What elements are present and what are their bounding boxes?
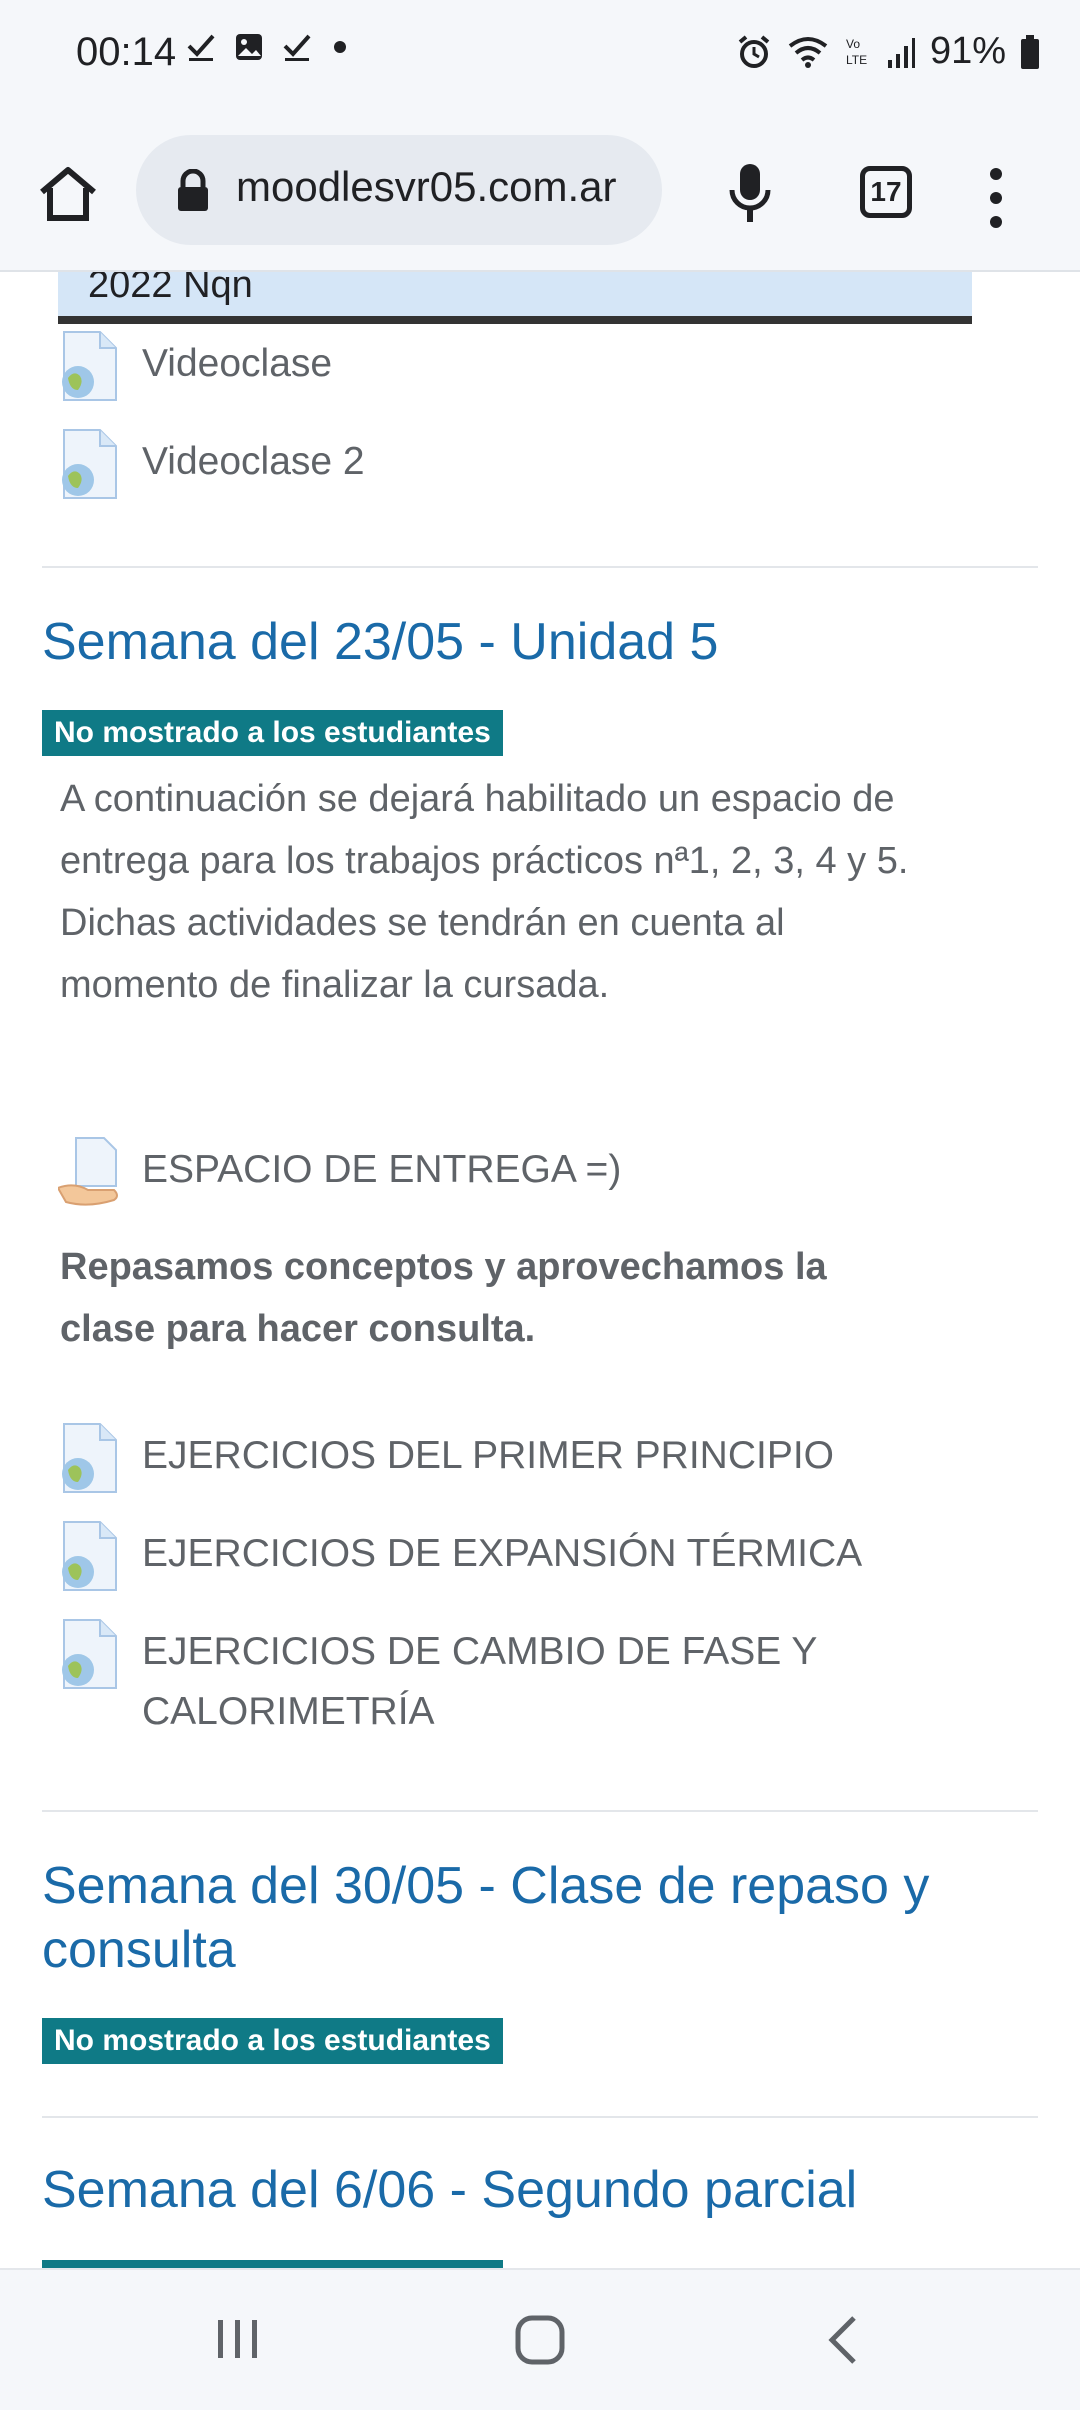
activity-label: EJERCICIOS DE CAMBIO DE FASE Y CALORIMET… (142, 1630, 817, 1733)
notification-icons (186, 32, 350, 62)
section-title-semana-23-05[interactable]: Semana del 23/05 - Unidad 5 (42, 610, 718, 674)
assignment-icon (58, 1137, 118, 1206)
activity-videoclase[interactable]: Videoclase (58, 330, 332, 402)
back-icon[interactable] (826, 2314, 860, 2366)
url-resource-icon (62, 331, 117, 401)
url-resource-icon (62, 1423, 117, 1493)
activity-espacio-de-entrega[interactable]: ESPACIO DE ENTREGA =) (58, 1136, 621, 1208)
banner-divider (58, 316, 972, 324)
address-bar[interactable]: moodlesvr05.com.ar (136, 135, 662, 245)
alarm-icon (738, 34, 770, 68)
hidden-badge: No mostrado a los estudiantes (42, 2260, 503, 2268)
section-summary: A continuación se dejará habilitado un e… (60, 778, 909, 1006)
hidden-badge: No mostrado a los estudiantes (42, 710, 503, 756)
more-menu-icon[interactable] (990, 168, 1004, 240)
gallery-icon (236, 34, 262, 60)
section-divider (42, 2116, 1038, 2118)
status-bar: 00:14 Vo LTE 91% (0, 0, 1080, 110)
activity-label: ESPACIO DE ENTREGA =) (142, 1148, 622, 1191)
status-time: 00:14 (76, 30, 177, 74)
home-nav-icon[interactable] (514, 2314, 566, 2366)
activity-videoclase-2[interactable]: Videoclase 2 (58, 428, 365, 500)
check-icon (187, 34, 215, 61)
microphone-icon[interactable] (728, 162, 772, 226)
browser-toolbar: moodlesvr05.com.ar 17 (0, 110, 1080, 272)
banner-text: 2022 Nqn (88, 272, 253, 306)
system-icons: Vo LTE 91% (736, 30, 1040, 73)
battery-icon (1021, 34, 1039, 69)
wifi-icon (788, 36, 828, 68)
activity-ejercicios-primer-principio[interactable]: EJERCICIOS DEL PRIMER PRINCIPIO (58, 1422, 834, 1494)
url-text: moodlesvr05.com.ar (236, 163, 617, 210)
course-content: 2022 Nqn Videoclase Videoclase 2 Semana … (0, 272, 1080, 2268)
battery-percent: 91% (929, 30, 1006, 72)
hidden-badge: No mostrado a los estudiantes (42, 2018, 503, 2064)
activity-label: EJERCICIOS DEL PRIMER PRINCIPIO (142, 1434, 835, 1477)
tab-switcher-button[interactable]: 17 (860, 166, 912, 218)
svg-text:Vo: Vo (846, 37, 860, 51)
activity-ejercicios-cambio-de-fase[interactable]: EJERCICIOS DE CAMBIO DE FASE Y CALORIMET… (58, 1618, 882, 1742)
home-icon[interactable] (36, 162, 100, 226)
section-title-semana-30-05[interactable]: Semana del 30/05 - Clase de repaso y con… (42, 1854, 1002, 1982)
volte-icon: Vo LTE (846, 37, 867, 67)
lock-icon (178, 169, 208, 211)
url-resource-icon (62, 1521, 117, 1591)
url-resource-icon (62, 1619, 117, 1689)
section-title-semana-6-06[interactable]: Semana del 6/06 - Segundo parcial (42, 2158, 857, 2222)
section-divider (42, 1810, 1038, 1812)
activity-ejercicios-expansion-termica[interactable]: EJERCICIOS DE EXPANSIÓN TÉRMICA (58, 1520, 862, 1592)
recent-apps-icon[interactable] (214, 2314, 262, 2364)
system-navigation-bar (0, 2268, 1080, 2410)
activity-label: EJERCICIOS DE EXPANSIÓN TÉRMICA (142, 1532, 863, 1575)
dot-icon (334, 41, 346, 53)
section-note: Repasamos conceptos y aprovechamos la cl… (60, 1246, 827, 1350)
signal-icon (887, 37, 915, 68)
section-divider (42, 566, 1038, 568)
svg-text:LTE: LTE (846, 53, 867, 67)
check-icon (283, 34, 311, 61)
activity-label: Videoclase 2 (142, 440, 365, 483)
activity-label: Videoclase (142, 342, 333, 385)
url-resource-icon (62, 429, 117, 499)
